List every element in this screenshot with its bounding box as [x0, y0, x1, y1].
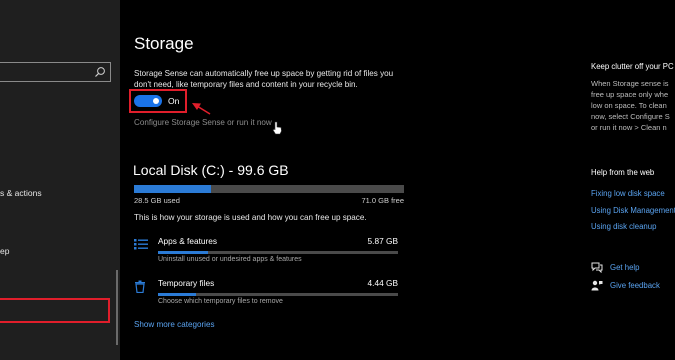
toggle-knob	[153, 98, 159, 104]
side-clutter-line: low on space. To clean	[591, 101, 667, 110]
side-clutter-line: now, select Configure S	[591, 112, 670, 121]
hand-cursor-icon	[272, 121, 282, 135]
disk-usage-fill	[134, 185, 212, 193]
category-name: Temporary files	[158, 278, 215, 288]
disk-summary-text: This is how your storage is used and how…	[134, 213, 367, 222]
category-description: Uninstall unused or undesired apps & fea…	[158, 256, 302, 263]
page-title: Storage	[134, 34, 194, 53]
get-help-label: Get help	[610, 263, 640, 272]
category-apps-features[interactable]: Apps & features 5.87 GB Uninstall unused…	[134, 236, 404, 272]
category-name: Apps & features	[158, 236, 218, 246]
nav-scrollbar[interactable]	[116, 270, 118, 345]
category-usage-fill	[158, 251, 209, 254]
category-description: Choose which temporary files to remove	[158, 298, 283, 305]
give-feedback-label: Give feedback	[610, 281, 660, 290]
disk-free-label: 71.0 GB free	[361, 196, 404, 205]
toggle-state-label: On	[168, 96, 180, 106]
side-clutter-line: or run it now > Clean n	[591, 123, 667, 132]
side-help-heading: Help from the web	[591, 168, 655, 177]
disk-usage-bar	[134, 185, 404, 193]
search-icon	[95, 67, 105, 77]
settings-search-box[interactable]	[0, 62, 111, 82]
side-clutter-heading: Keep clutter off your PC	[591, 62, 674, 71]
category-temporary-files[interactable]: Temporary files 4.44 GB Choose which tem…	[134, 278, 404, 314]
configure-storage-sense-link[interactable]: Configure Storage Sense or run it now	[134, 118, 272, 127]
settings-nav-pane: s & actions ep	[0, 0, 120, 360]
show-more-categories-link[interactable]: Show more categories	[134, 320, 215, 329]
apps-list-icon	[134, 239, 148, 250]
help-link-disk-management[interactable]: Using Disk Management	[591, 206, 675, 215]
nav-item-storage-highlight[interactable]	[0, 298, 110, 323]
storage-sense-toggle[interactable]	[134, 95, 162, 107]
trash-icon	[135, 280, 145, 293]
side-clutter-text: When Storage sense is free up space only…	[591, 78, 675, 133]
disk-title: Local Disk (C:) - 99.6 GB	[133, 162, 289, 178]
category-usage-bar	[158, 293, 398, 296]
help-link-disk-cleanup[interactable]: Using disk cleanup	[591, 222, 675, 231]
nav-item-power-sleep[interactable]: ep	[0, 246, 9, 256]
category-usage-bar	[158, 251, 398, 254]
category-size: 5.87 GB	[367, 236, 398, 246]
chat-help-icon	[591, 262, 603, 273]
side-clutter-line: free up space only whe	[591, 90, 669, 99]
category-usage-fill	[158, 293, 197, 296]
side-clutter-line: When Storage sense is	[591, 79, 669, 88]
feedback-person-icon	[591, 280, 603, 291]
annotation-arrow-icon	[192, 103, 211, 115]
nav-item-notifications-actions[interactable]: s & actions	[0, 188, 42, 198]
help-link-fixing-low-disk-space[interactable]: Fixing low disk space	[591, 189, 675, 198]
storage-sense-description: Storage Sense can automatically free up …	[134, 69, 394, 89]
category-size: 4.44 GB	[367, 278, 398, 288]
disk-used-label: 28.5 GB used	[134, 196, 180, 205]
